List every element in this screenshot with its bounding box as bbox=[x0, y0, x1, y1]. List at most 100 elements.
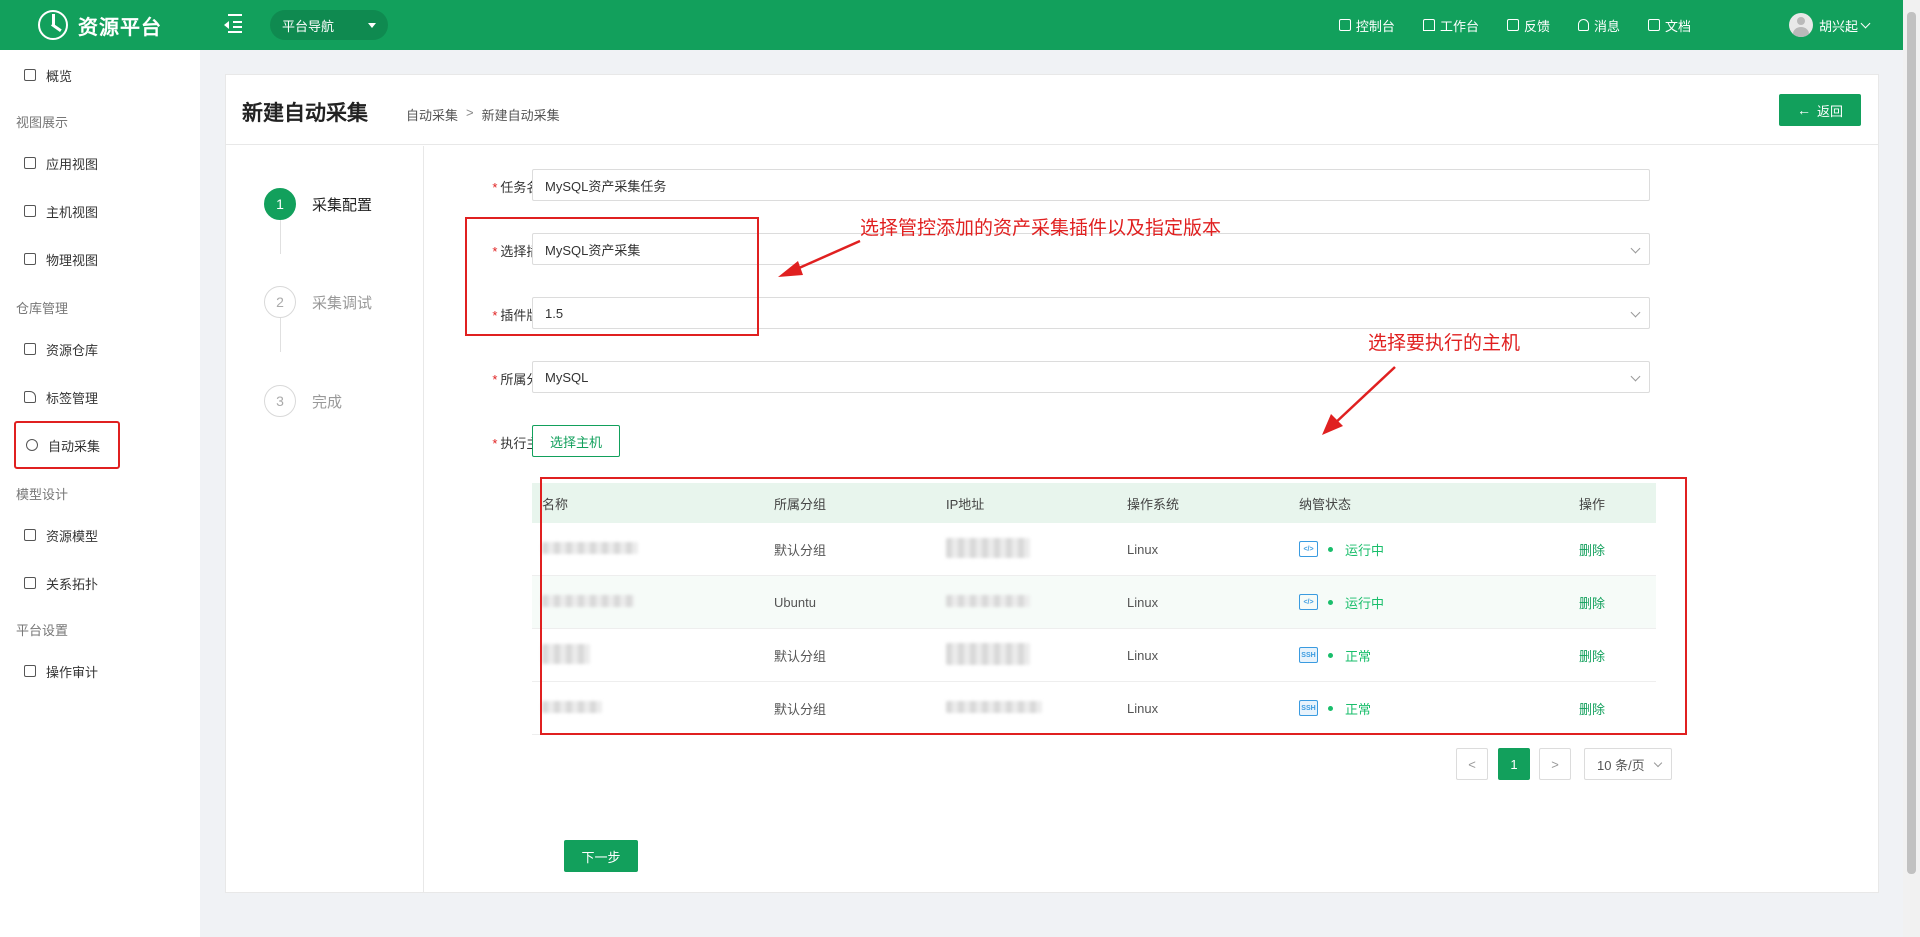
step-collect-config: 1 采集配置 bbox=[264, 188, 372, 220]
step-collect-debug: 2 采集调试 bbox=[264, 286, 372, 318]
sidebar-group-title: 仓库管理 bbox=[16, 301, 69, 316]
group-select[interactable]: MySQL bbox=[532, 361, 1650, 393]
sidebar-item-label: 资源仓库 bbox=[46, 342, 99, 358]
monitor-icon bbox=[1338, 19, 1351, 31]
sidebar-group-title: 平台设置 bbox=[16, 623, 69, 638]
task-name-value: MySQL资产采集任务 bbox=[545, 178, 667, 194]
app-view-icon bbox=[24, 157, 36, 169]
sidebar-item-label: 关系拓扑 bbox=[46, 576, 99, 592]
step-number: 3 bbox=[264, 385, 296, 417]
console-link-label: 控制台 bbox=[1355, 18, 1395, 34]
sidebar-item-label: 资源模型 bbox=[46, 528, 99, 544]
feedback-link[interactable]: 反馈 bbox=[1506, 16, 1550, 35]
console-link[interactable]: 控制台 bbox=[1338, 16, 1395, 35]
model-icon bbox=[24, 529, 36, 541]
sidebar-item-label: 标签管理 bbox=[46, 390, 99, 406]
step-label: 采集配置 bbox=[312, 196, 373, 214]
sidebar-item-host-view[interactable]: 主机视图 bbox=[14, 194, 118, 228]
task-name-input[interactable]: MySQL资产采集任务 bbox=[532, 169, 1650, 201]
user-menu[interactable]: 胡兴起 bbox=[1788, 13, 1871, 37]
document-icon bbox=[1647, 19, 1660, 31]
collapse-menu-icon[interactable] bbox=[224, 14, 242, 33]
sidebar-item-resource-repo[interactable]: 资源仓库 bbox=[14, 332, 118, 366]
messages-link[interactable]: 消息 bbox=[1577, 16, 1620, 35]
next-page-button[interactable]: > bbox=[1539, 748, 1571, 780]
page-size-select[interactable]: 10 条/页 bbox=[1584, 748, 1672, 780]
sidebar-item-app-view[interactable]: 应用视图 bbox=[14, 146, 118, 180]
group-value: MySQL bbox=[545, 369, 589, 385]
sidebar-item-topology[interactable]: 关系拓扑 bbox=[14, 566, 118, 600]
workbench-link[interactable]: 工作台 bbox=[1422, 16, 1479, 35]
scrollbar-thumb[interactable] bbox=[1907, 12, 1916, 874]
required-mark: * bbox=[492, 180, 498, 195]
next-step-button[interactable]: 下一步 bbox=[564, 840, 638, 872]
top-links: 控制台 工作台 反馈 消息 文档 bbox=[1311, 0, 1691, 50]
steps: 1 采集配置 2 采集调试 3 完成 bbox=[226, 146, 424, 893]
sidebar-item-label: 物理视图 bbox=[46, 252, 99, 268]
feedback-link-label: 反馈 bbox=[1523, 18, 1550, 34]
page-button[interactable]: 1 bbox=[1498, 748, 1530, 780]
breadcrumb-item[interactable]: 自动采集 bbox=[406, 105, 458, 124]
step-label: 采集调试 bbox=[312, 294, 373, 312]
workbench-link-label: 工作台 bbox=[1439, 18, 1479, 34]
chevron-down-icon bbox=[1630, 307, 1641, 318]
plugin-highlight-box bbox=[465, 217, 759, 336]
breadcrumb-separator: > bbox=[466, 105, 474, 120]
page-title: 新建自动采集 bbox=[242, 102, 368, 125]
sidebar-item-label: 概览 bbox=[46, 68, 73, 84]
sidebar-item-overview[interactable]: 概览 bbox=[14, 58, 118, 92]
step-number: 1 bbox=[264, 188, 296, 220]
chevron-down-icon bbox=[1653, 758, 1663, 768]
page-header: 新建自动采集 自动采集 > 新建自动采集 ← 返回 bbox=[226, 75, 1878, 145]
chevron-down-icon bbox=[1860, 18, 1871, 28]
sidebar-item-label: 应用视图 bbox=[46, 156, 99, 172]
required-mark: * bbox=[492, 372, 498, 387]
sidebar-item-label: 操作审计 bbox=[46, 664, 99, 680]
arrow-left-icon: ← bbox=[1796, 102, 1811, 118]
sidebar-group-title: 模型设计 bbox=[16, 487, 69, 502]
app-logo[interactable]: 资源平台 bbox=[38, 10, 162, 40]
sidebar: 概览 视图展示 应用视图 主机视图 物理视图 仓库管理 资源仓库 标签管理 自动… bbox=[0, 50, 200, 937]
host-table-highlight-box bbox=[540, 477, 1687, 735]
chevron-down-icon bbox=[1630, 371, 1641, 382]
sidebar-item-physical-view[interactable]: 物理视图 bbox=[14, 242, 118, 276]
home-icon bbox=[1422, 19, 1435, 31]
app-name: 资源平台 bbox=[78, 16, 162, 39]
platform-nav-dropdown[interactable]: 平台导航 bbox=[270, 10, 388, 40]
messages-link-label: 消息 bbox=[1593, 18, 1620, 34]
physical-view-icon bbox=[24, 253, 36, 265]
sidebar-item-auto-collect[interactable]: 自动采集 bbox=[14, 421, 120, 469]
audit-icon bbox=[24, 665, 36, 677]
document-icon bbox=[1506, 19, 1519, 31]
page-scrollbar[interactable] bbox=[1903, 0, 1920, 937]
docs-link[interactable]: 文档 bbox=[1647, 16, 1691, 35]
logo-icon bbox=[38, 10, 68, 40]
tag-icon bbox=[24, 391, 36, 403]
step-label: 完成 bbox=[312, 393, 343, 411]
select-host-button[interactable]: 选择主机 bbox=[532, 425, 620, 457]
sidebar-item-label: 主机视图 bbox=[46, 204, 99, 220]
page-size-value: 10 条/页 bbox=[1597, 757, 1645, 773]
sidebar-item-tag-management[interactable]: 标签管理 bbox=[14, 380, 118, 414]
sidebar-item-resource-model[interactable]: 资源模型 bbox=[14, 518, 118, 552]
caret-down-icon bbox=[368, 23, 376, 28]
username: 胡兴起 bbox=[1818, 18, 1858, 34]
topology-icon bbox=[24, 577, 36, 589]
sidebar-item-label: 自动采集 bbox=[48, 438, 101, 454]
required-mark: * bbox=[492, 436, 498, 451]
step-number: 2 bbox=[264, 286, 296, 318]
docs-link-label: 文档 bbox=[1664, 18, 1691, 34]
top-bar: 资源平台 平台导航 控制台 工作台 反馈 消息 文档 胡兴起 bbox=[0, 0, 1903, 50]
plugin-annotation: 选择管控添加的资产采集插件以及指定版本 bbox=[860, 218, 1222, 239]
chevron-down-icon bbox=[1630, 243, 1641, 254]
back-button[interactable]: ← 返回 bbox=[1779, 94, 1861, 126]
host-annotation: 选择要执行的主机 bbox=[1368, 333, 1521, 354]
prev-page-button[interactable]: < bbox=[1456, 748, 1488, 780]
sidebar-item-audit[interactable]: 操作审计 bbox=[14, 654, 118, 688]
breadcrumb-item: 新建自动采集 bbox=[481, 108, 560, 123]
repository-icon bbox=[24, 343, 36, 355]
server-icon bbox=[24, 205, 36, 217]
auto-collect-icon bbox=[26, 439, 38, 451]
step-finish: 3 完成 bbox=[264, 385, 342, 417]
back-button-label: 返回 bbox=[1816, 103, 1843, 119]
